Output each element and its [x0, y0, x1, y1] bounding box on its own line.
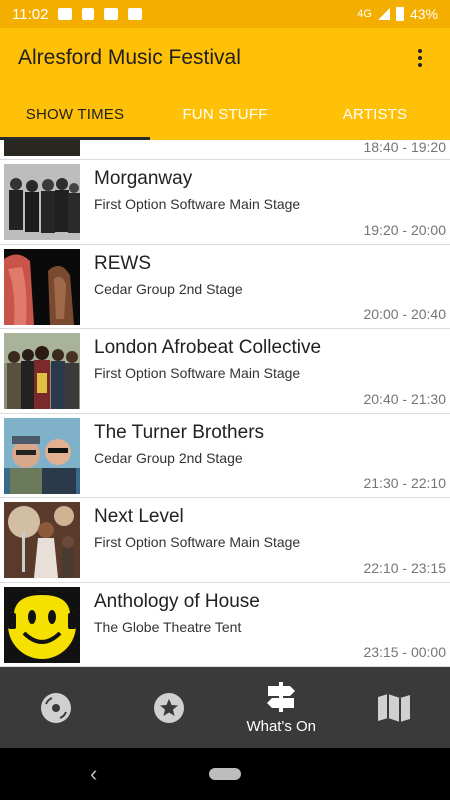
list-item[interactable]: London Afrobeat Collective First Option …: [0, 329, 450, 414]
signpost-icon: [267, 682, 296, 712]
star-icon: [153, 692, 184, 723]
record-icon: [41, 692, 72, 723]
stage-name: The Globe Theatre Tent: [94, 618, 242, 635]
nav-whats-on[interactable]: What's On: [225, 667, 338, 748]
battery-icon: [395, 7, 404, 21]
tab-bar: SHOW TIMES FUN STUFF ARTISTS: [0, 88, 450, 140]
back-icon[interactable]: ‹: [90, 761, 97, 787]
nav-favourites[interactable]: [113, 667, 226, 748]
news-notification-icon: [104, 8, 119, 20]
event-time: 23:15 - 00:00: [363, 644, 446, 660]
artist-name: Anthology of House: [94, 590, 260, 612]
event-time: 18:40 - 19:20: [363, 140, 446, 155]
artist-name: London Afrobeat Collective: [94, 337, 322, 358]
list-item[interactable]: The Turner Brothers Cedar Group 2nd Stag…: [0, 414, 450, 498]
event-time: 22:10 - 23:15: [363, 559, 446, 576]
event-time: 20:00 - 20:40: [363, 306, 446, 322]
artist-thumbnail: [4, 333, 80, 409]
list-item[interactable]: 18:40 - 19:20: [0, 140, 450, 160]
tab-artists[interactable]: ARTISTS: [300, 88, 450, 140]
boat-notification-icon: [128, 8, 143, 20]
artist-thumbnail: [4, 164, 80, 240]
nav-map[interactable]: [338, 667, 450, 748]
tab-fun-stuff[interactable]: FUN STUFF: [150, 88, 300, 140]
event-time: 20:40 - 21:30: [363, 390, 446, 407]
home-button[interactable]: [209, 768, 241, 780]
status-time: 11:02: [12, 5, 49, 23]
stage-name: Cedar Group 2nd Stage: [94, 449, 243, 466]
play-notification-icon: [82, 8, 95, 20]
event-time: 21:30 - 22:10: [363, 475, 446, 491]
artist-thumbnail: [4, 140, 80, 156]
app-bar: Alresford Music Festival: [0, 28, 450, 88]
signal-icon: [377, 8, 390, 20]
map-icon: [377, 693, 410, 722]
stage-name: Cedar Group 2nd Stage: [94, 280, 243, 297]
artist-name: The Turner Brothers: [94, 421, 265, 443]
list-item[interactable]: Morganway First Option Software Main Sta…: [0, 160, 450, 245]
system-navigation-bar: ‹: [0, 748, 450, 800]
nav-label: What's On: [246, 718, 317, 735]
photo-notification-icon: [58, 8, 73, 20]
status-bar: 11:02 4G 43%: [0, 0, 450, 28]
artist-thumbnail: [4, 248, 80, 325]
artist-thumbnail: [4, 502, 80, 578]
bottom-navigation: What's On: [0, 667, 450, 748]
event-time: 19:20 - 20:00: [363, 221, 446, 238]
artist-name: Next Level: [94, 506, 184, 527]
stage-name: First Option Software Main Stage: [94, 534, 301, 550]
artist-name: Morganway: [94, 168, 193, 189]
artist-thumbnail: [4, 417, 80, 494]
list-item[interactable]: REWS Cedar Group 2nd Stage 20:00 - 20:40: [0, 245, 450, 329]
list-item[interactable]: Anthology of House The Globe Theatre Ten…: [0, 583, 450, 667]
artist-thumbnail: [4, 586, 80, 663]
app-title: Alresford Music Festival: [18, 46, 241, 69]
artist-name: REWS: [94, 252, 151, 274]
network-type: 4G: [357, 8, 372, 20]
tab-show-times[interactable]: SHOW TIMES: [0, 88, 150, 140]
stage-name: First Option Software Main Stage: [94, 365, 301, 381]
overflow-menu-icon[interactable]: [408, 46, 432, 70]
show-times-list[interactable]: 18:40 - 19:20 Morganway First Option Sof…: [0, 140, 450, 667]
stage-name: First Option Software Main Stage: [94, 196, 301, 212]
list-item[interactable]: Next Level First Option Software Main St…: [0, 498, 450, 583]
battery-level: 43%: [409, 6, 438, 22]
nav-record[interactable]: [0, 667, 113, 748]
